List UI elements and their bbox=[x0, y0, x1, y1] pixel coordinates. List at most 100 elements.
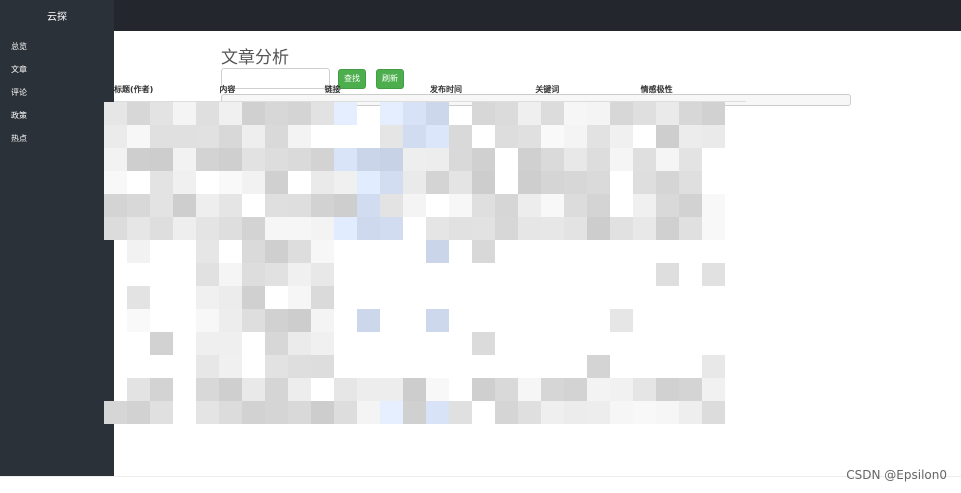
pixelated-block bbox=[173, 125, 196, 148]
pixelated-block bbox=[242, 148, 265, 171]
pixelated-block bbox=[311, 401, 334, 424]
pixelated-block bbox=[472, 171, 495, 194]
pixelated-block bbox=[288, 355, 311, 378]
sidebar-item-hotspots[interactable]: 热点 bbox=[0, 127, 114, 150]
pixelated-block bbox=[150, 125, 173, 148]
pixelated-block bbox=[495, 217, 518, 240]
pixelated-block bbox=[265, 171, 288, 194]
pixelated-block bbox=[265, 194, 288, 217]
pixelated-block bbox=[472, 332, 495, 355]
pixelated-block bbox=[127, 217, 150, 240]
pixelated-block bbox=[196, 240, 219, 263]
pixelated-block bbox=[472, 217, 495, 240]
pixelated-block bbox=[472, 240, 495, 263]
pixelated-block bbox=[472, 194, 495, 217]
pixelated-block bbox=[334, 171, 357, 194]
pixelated-block bbox=[564, 148, 587, 171]
pixelated-block bbox=[334, 102, 357, 125]
sidebar-item-policy[interactable]: 政策 bbox=[0, 104, 114, 127]
pixelated-block bbox=[127, 148, 150, 171]
pixelated-block bbox=[633, 194, 656, 217]
pixelated-block bbox=[288, 332, 311, 355]
pixelated-block bbox=[587, 148, 610, 171]
pixelated-block bbox=[403, 401, 426, 424]
pixelated-block bbox=[610, 309, 633, 332]
pixelated-block bbox=[150, 332, 173, 355]
pixelated-block bbox=[495, 102, 518, 125]
pixelated-block bbox=[541, 217, 564, 240]
pixelated-block bbox=[242, 309, 265, 332]
pixelated-block bbox=[449, 125, 472, 148]
pixelated-block bbox=[150, 378, 173, 401]
pixelated-block bbox=[610, 378, 633, 401]
pixelated-block bbox=[219, 102, 242, 125]
pixelated-block bbox=[219, 148, 242, 171]
pixelated-block bbox=[150, 194, 173, 217]
column-header-content: 内容 bbox=[219, 85, 236, 94]
pixelated-block bbox=[173, 194, 196, 217]
pixelated-block bbox=[380, 194, 403, 217]
pixelated-block bbox=[311, 217, 334, 240]
pixelated-block bbox=[150, 148, 173, 171]
pixelated-block bbox=[679, 401, 702, 424]
pixelated-block bbox=[311, 148, 334, 171]
pixelated-block bbox=[403, 102, 426, 125]
pixelated-block bbox=[541, 378, 564, 401]
pixelated-block bbox=[564, 378, 587, 401]
pixelated-block bbox=[702, 102, 725, 125]
pixelated-block bbox=[472, 378, 495, 401]
sidebar-item-overview[interactable]: 总览 bbox=[0, 35, 114, 58]
pixelated-block bbox=[104, 148, 127, 171]
pixelated-block bbox=[357, 309, 380, 332]
pixelated-block bbox=[656, 217, 679, 240]
pixelated-block bbox=[679, 125, 702, 148]
pixelated-block bbox=[633, 148, 656, 171]
pixelated-block bbox=[242, 125, 265, 148]
pixelated-block bbox=[564, 125, 587, 148]
pixelated-block bbox=[679, 171, 702, 194]
pixelated-block bbox=[127, 102, 150, 125]
sidebar-item-comments[interactable]: 评论 bbox=[0, 81, 114, 104]
brand-logo[interactable]: 云探 bbox=[0, 0, 114, 31]
pixelated-block bbox=[311, 286, 334, 309]
pixelated-block bbox=[633, 171, 656, 194]
pixelated-block bbox=[679, 194, 702, 217]
pixelated-block bbox=[679, 378, 702, 401]
pixelated-block bbox=[196, 194, 219, 217]
pixelated-block bbox=[679, 102, 702, 125]
pixelated-block bbox=[265, 401, 288, 424]
pixelated-block bbox=[219, 378, 242, 401]
pixelated-block bbox=[380, 102, 403, 125]
pixelated-block bbox=[104, 401, 127, 424]
pixelated-block bbox=[426, 401, 449, 424]
pixelated-block bbox=[518, 171, 541, 194]
pixelated-block bbox=[610, 102, 633, 125]
column-header-title: 标题(作者) bbox=[114, 85, 154, 94]
pixelated-block bbox=[702, 401, 725, 424]
pixelated-block bbox=[219, 171, 242, 194]
pixelated-block bbox=[219, 286, 242, 309]
pixelated-block bbox=[702, 263, 725, 286]
pixelated-block bbox=[311, 332, 334, 355]
table-header: 标题(作者) 内容 链接 发布时间 关键词 情感极性 bbox=[114, 82, 746, 102]
pixelated-block bbox=[426, 309, 449, 332]
pixelated-block bbox=[127, 194, 150, 217]
sidebar-menu: 总览 文章 评论 政策 热点 bbox=[0, 31, 114, 150]
pixelated-block bbox=[610, 125, 633, 148]
sidebar-item-articles[interactable]: 文章 bbox=[0, 58, 114, 81]
pixelated-block bbox=[104, 217, 127, 240]
pixelated-block bbox=[564, 217, 587, 240]
pixelated-block bbox=[242, 240, 265, 263]
app-window: 云探 总览 文章 评论 政策 热点 文章分析 查找 刷新 标题(作者) 内容 链… bbox=[0, 0, 961, 493]
pixelated-block bbox=[196, 102, 219, 125]
pixelated-block bbox=[564, 102, 587, 125]
pixelated-block bbox=[656, 378, 679, 401]
pixelated-block bbox=[150, 401, 173, 424]
pixelated-table-body bbox=[104, 102, 744, 445]
pixelated-block bbox=[679, 148, 702, 171]
column-header-publish-time: 发布时间 bbox=[429, 85, 462, 94]
pixelated-block bbox=[219, 332, 242, 355]
pixelated-block bbox=[288, 102, 311, 125]
pixelated-block bbox=[587, 355, 610, 378]
pixelated-block bbox=[380, 217, 403, 240]
